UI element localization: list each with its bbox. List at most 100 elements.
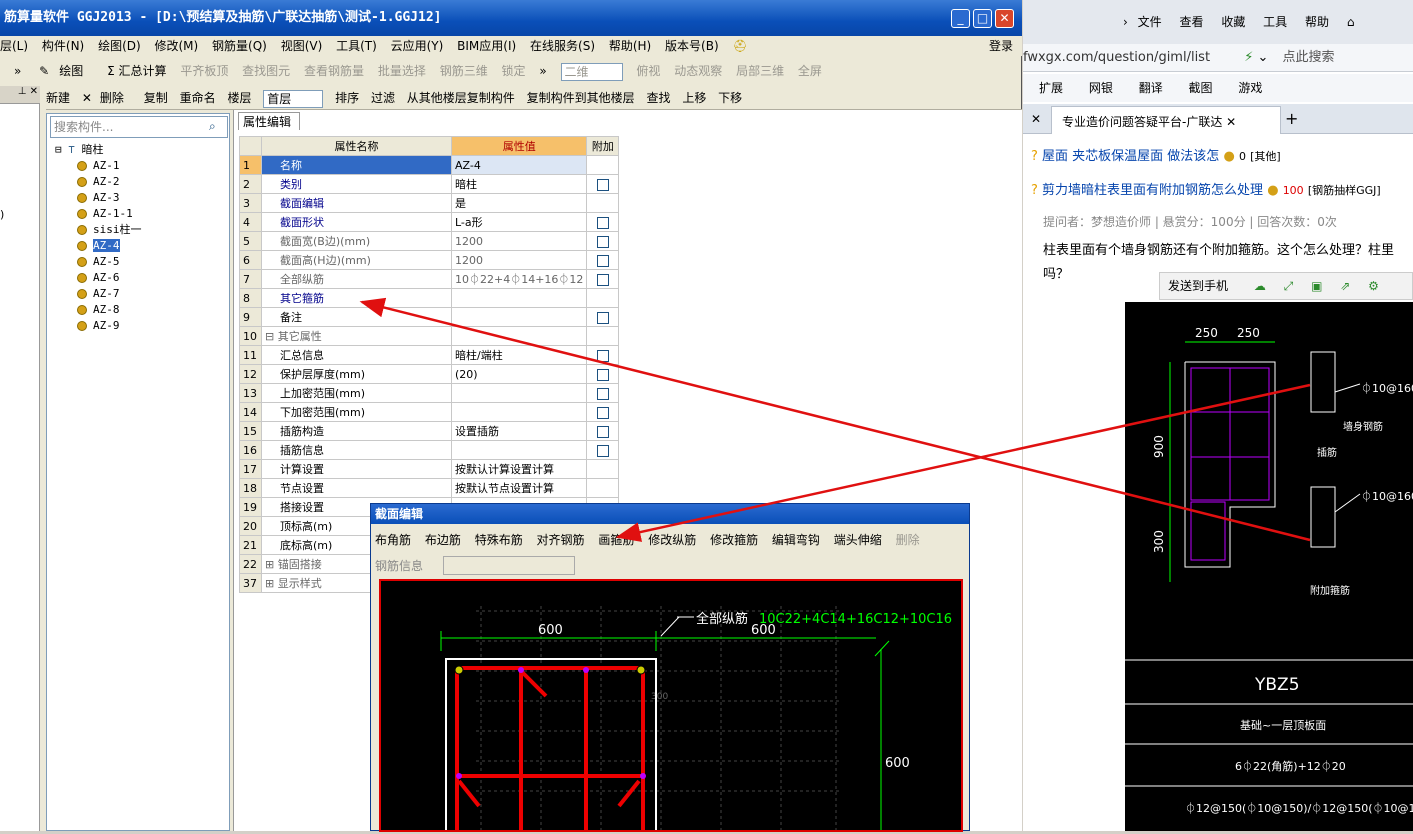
new-tab-icon[interactable]: + [1285, 104, 1298, 134]
property-row[interactable]: 6 截面高(H边)(mm) 1200 [239, 250, 620, 270]
menu-floor[interactable]: 层(L) [0, 39, 28, 53]
property-value[interactable] [450, 440, 588, 460]
rename-button[interactable]: 重命名 [180, 91, 216, 105]
nav-close-icon[interactable]: ✕ [30, 86, 38, 97]
property-row[interactable]: 14 下加密范围(mm) [239, 402, 620, 422]
browser-menu-file[interactable]: 文件 [1138, 15, 1162, 29]
copy-to-floor-button[interactable]: 复制构件到其他楼层 [527, 91, 635, 105]
property-row[interactable]: 1 名称 AZ-4 [239, 155, 620, 175]
cloud-icon[interactable]: ☁ [1254, 279, 1266, 293]
edge-rebar-button[interactable]: 布边筋 [425, 533, 461, 547]
lock-button[interactable]: 锁定 [502, 64, 526, 78]
maximize-button[interactable]: □ [973, 9, 992, 28]
copy-from-floor-button[interactable]: 从其他楼层复制构件 [407, 91, 515, 105]
menu-online[interactable]: 在线服务(S) [530, 39, 595, 53]
close-button[interactable]: ✕ [995, 9, 1014, 28]
property-value[interactable]: L-a形 [450, 212, 588, 232]
property-value[interactable] [450, 307, 588, 327]
menu-modify[interactable]: 修改(M) [155, 39, 199, 53]
extra-checkbox[interactable] [596, 387, 609, 400]
draw-button[interactable]: ✎ 绘图 [39, 64, 93, 78]
property-row[interactable]: 15 插筋构造 设置插筋 [239, 421, 620, 441]
dynamic-view-button[interactable]: 动态观察 [674, 64, 722, 78]
property-value[interactable]: 1200 [450, 231, 588, 251]
property-value[interactable] [450, 288, 588, 308]
find-button[interactable]: 查找 [646, 91, 670, 105]
sum-button[interactable]: Σ 汇总计算 [107, 64, 166, 78]
modify-stirrup-button[interactable]: 修改箍筋 [710, 533, 758, 547]
bird-view-button[interactable]: 俯视 [636, 64, 660, 78]
tree-item[interactable]: AZ-2 [55, 174, 142, 190]
fav-extensions[interactable]: 扩展 [1039, 81, 1063, 95]
fullscreen-button[interactable]: 全屏 [798, 64, 822, 78]
property-value[interactable]: (20) [450, 364, 588, 384]
property-row[interactable]: 12 保护层厚度(mm) (20) [239, 364, 620, 384]
menu-draw[interactable]: 绘图(D) [98, 39, 141, 53]
extra-checkbox[interactable] [596, 178, 609, 191]
share-icon[interactable]: ⇗ [1340, 279, 1350, 293]
fav-screenshot[interactable]: 截图 [1189, 81, 1213, 95]
copy-button[interactable]: 复制 [144, 91, 168, 105]
property-value[interactable]: 暗柱 [450, 174, 588, 194]
end-stretch-button[interactable]: 端头伸缩 [834, 533, 882, 547]
property-value[interactable]: AZ-4 [450, 155, 588, 175]
property-row[interactable]: 10 ⊟ 其它属性 [239, 326, 620, 346]
menu-tools[interactable]: 工具(T) [336, 39, 377, 53]
tree-item[interactable]: AZ-1-1 [55, 206, 142, 222]
menu-cloud[interactable]: 云应用(Y) [391, 39, 444, 53]
send-to-phone-button[interactable]: 发送到手机 [1168, 279, 1228, 293]
move-up-button[interactable]: 上移 [682, 91, 706, 105]
fav-translate[interactable]: 翻译 [1139, 81, 1163, 95]
extra-checkbox[interactable] [596, 406, 609, 419]
property-value[interactable]: 按默认节点设置计算 [450, 478, 588, 498]
browser-menu-favorites[interactable]: 收藏 [1221, 15, 1245, 29]
rebar-3d-button[interactable]: 钢筋三维 [440, 64, 488, 78]
flat-top-button[interactable]: 平齐板顶 [180, 64, 228, 78]
delete-button[interactable]: ✕ 删除 [82, 91, 132, 105]
tab-close-icon[interactable]: ✕ [1226, 115, 1236, 129]
modify-long-rebar-button[interactable]: 修改纵筋 [648, 533, 696, 547]
property-row[interactable]: 3 截面编辑是 [239, 193, 620, 213]
extra-checkbox[interactable] [596, 368, 609, 381]
browser-menu-help[interactable]: 帮助 [1305, 15, 1329, 29]
local-3d-button[interactable]: 局部三维 [736, 64, 784, 78]
property-row[interactable]: 13 上加密范围(mm) [239, 383, 620, 403]
pin-icon[interactable]: ⊥ [18, 86, 27, 97]
menu-view[interactable]: 视图(V) [281, 39, 323, 53]
tree-item[interactable]: AZ-3 [55, 190, 142, 206]
tree-item[interactable]: AZ-9 [55, 318, 142, 334]
settings-icon[interactable]: ⚙ [1368, 279, 1379, 293]
extra-checkbox[interactable] [596, 444, 609, 457]
property-value[interactable]: 是 [450, 193, 588, 213]
tab-property-edit[interactable]: 属性编辑 [238, 112, 300, 130]
close-tab-icon[interactable]: ✕ [1031, 104, 1041, 134]
property-value[interactable]: 1200 [450, 250, 588, 270]
property-row[interactable]: 2 类别 暗柱 [239, 174, 620, 194]
component-search-input[interactable]: 搜索构件... [50, 116, 228, 138]
browser-menu-tools[interactable]: 工具 [1263, 15, 1287, 29]
section-canvas[interactable]: 600 600 600 300 全部纵筋 10C22+4C14+16C12+10… [379, 579, 963, 834]
chevron2-icon[interactable]: » [539, 64, 546, 78]
property-row[interactable]: 4 截面形状 L-a形 [239, 212, 620, 232]
home-icon[interactable]: ⌂ [1347, 15, 1355, 29]
floor-select[interactable]: 首层 [263, 89, 324, 108]
extra-checkbox[interactable] [596, 235, 609, 248]
property-value[interactable]: 设置插筋 [450, 421, 588, 441]
property-value[interactable]: 10⏀22+4⏀14+16⏀12 [450, 269, 588, 289]
tree-item[interactable]: AZ-8 [55, 302, 142, 318]
edit-hook-button[interactable]: 编辑弯钩 [772, 533, 820, 547]
extra-checkbox[interactable] [596, 254, 609, 267]
question-1-link[interactable]: 屋面 夹芯板保温屋面 做法该怎 [1042, 149, 1219, 164]
property-row[interactable]: 18 节点设置 按默认节点设置计算 [239, 478, 620, 498]
view-rebar-button[interactable]: 查看钢筋量 [304, 64, 364, 78]
batch-select-button[interactable]: 批量选择 [378, 64, 426, 78]
move-down-button[interactable]: 下移 [718, 91, 742, 105]
property-row[interactable]: 9 备注 [239, 307, 620, 327]
browser-menu-view[interactable]: 查看 [1179, 15, 1203, 29]
dialog-delete-button[interactable]: 删除 [896, 533, 920, 547]
address-bar[interactable]: fwxgx.com/question/giml/list ⚡ ⌄ 点此搜索 [1023, 44, 1413, 72]
tree-item[interactable]: AZ-4 [55, 238, 142, 254]
new-button[interactable]: 新建 [46, 91, 70, 105]
chevron-icon[interactable]: » [14, 64, 21, 78]
question-2-link[interactable]: 剪力墙暗柱表里面有附加钢筋怎么处理 [1042, 183, 1263, 198]
